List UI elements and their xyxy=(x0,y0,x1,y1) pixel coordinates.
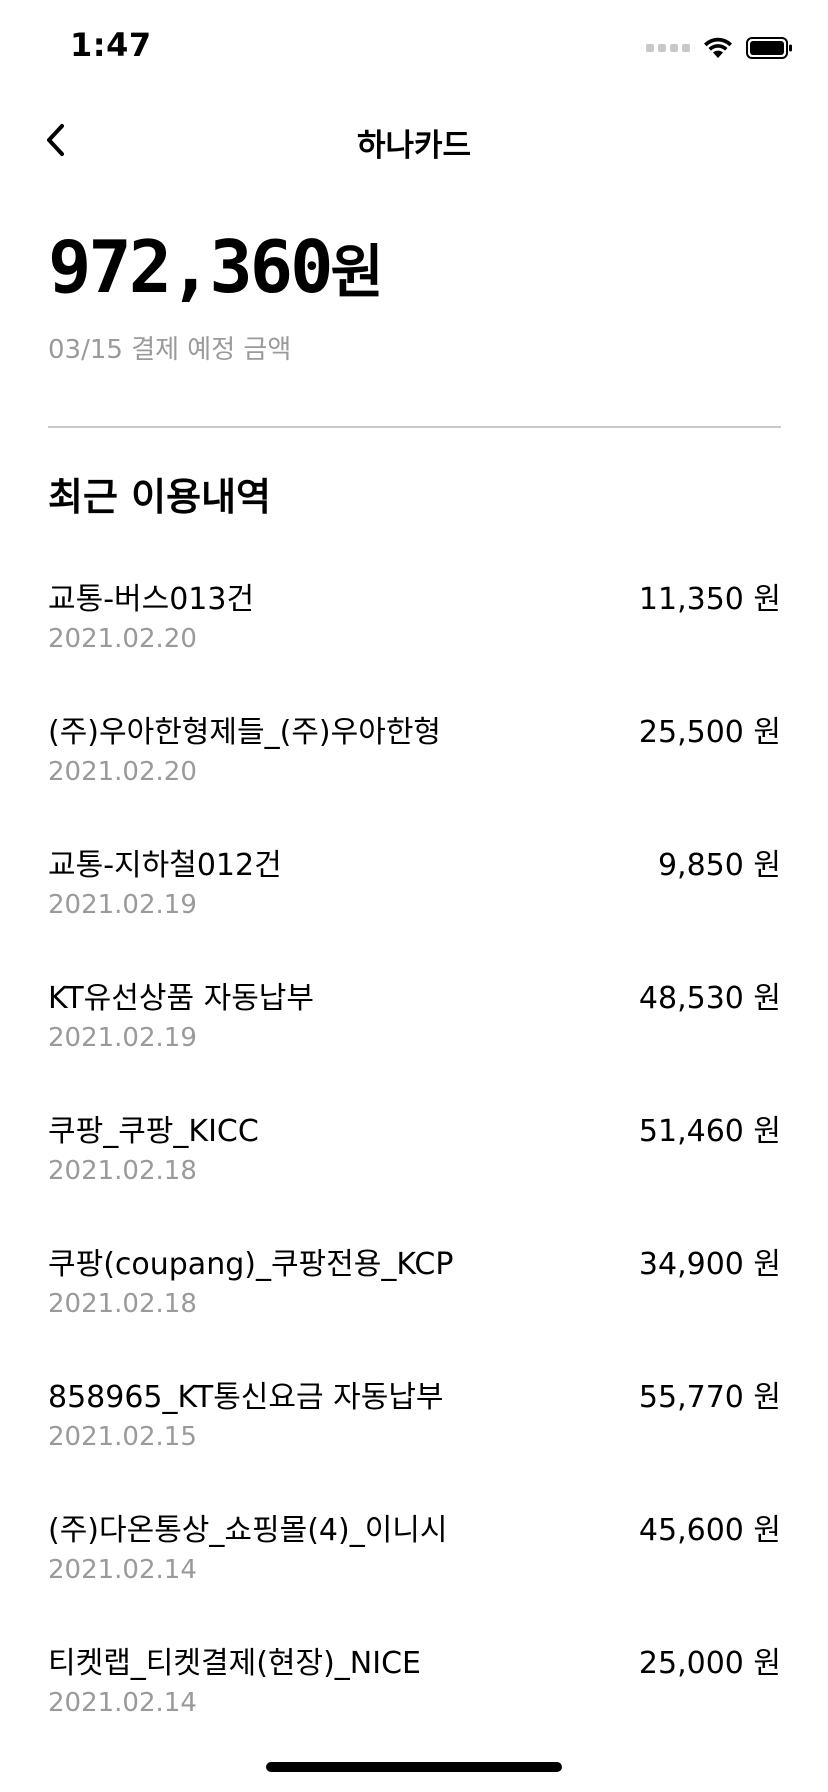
transaction-amount: 9,850 원 xyxy=(657,848,781,883)
section-title-recent: 최근 이용내역 xyxy=(48,475,271,519)
transaction-date: 2021.02.18 xyxy=(48,1289,197,1319)
transaction-row[interactable]: 티켓랩_티켓결제(현장)_NICE 2021.02.14 25,000 원 xyxy=(48,1634,781,1767)
transaction-row[interactable]: 858965_KT통신요금 자동납부 2021.02.15 55,770 원 xyxy=(48,1368,781,1501)
payment-amount-unit: 원 xyxy=(330,238,384,306)
transaction-row[interactable]: 쿠팡(coupang)_쿠팡전용_KCP 2021.02.18 34,900 원 xyxy=(48,1235,781,1368)
transaction-amount: 55,770 원 xyxy=(638,1380,781,1415)
transaction-date: 2021.02.15 xyxy=(48,1422,197,1452)
battery-icon xyxy=(746,37,792,59)
transaction-date: 2021.02.20 xyxy=(48,624,197,654)
transaction-merchant: 쿠팡(coupang)_쿠팡전용_KCP xyxy=(48,1247,454,1282)
home-indicator xyxy=(266,1762,562,1772)
transaction-row[interactable]: 쿠팡_쿠팡_KICC 2021.02.18 51,460 원 xyxy=(48,1102,781,1235)
transaction-row[interactable]: (주)다온통상_쇼핑몰(4)_이니시 2021.02.14 45,600 원 xyxy=(48,1501,781,1634)
divider xyxy=(48,426,781,428)
transaction-date: 2021.02.20 xyxy=(48,757,197,787)
transaction-merchant: 교통-지하철012건 xyxy=(48,848,282,883)
payment-summary: 972,360원 03/15 결제 예정 금액 xyxy=(48,222,384,366)
page-title: 하나카드 xyxy=(356,128,472,164)
transaction-date: 2021.02.19 xyxy=(48,890,197,920)
transaction-date: 2021.02.19 xyxy=(48,1023,197,1053)
transaction-date: 2021.02.14 xyxy=(48,1555,197,1585)
transaction-row[interactable]: 교통-버스013건 2021.02.20 11,350 원 xyxy=(48,570,781,703)
transaction-row[interactable]: (주)우아한형제들_(주)우아한형 2021.02.20 25,500 원 xyxy=(48,703,781,836)
wifi-icon xyxy=(704,37,732,58)
transaction-date: 2021.02.18 xyxy=(48,1156,197,1186)
status-icons xyxy=(646,36,794,60)
transaction-merchant: 교통-버스013건 xyxy=(48,582,255,617)
transaction-amount: 25,000 원 xyxy=(638,1646,781,1681)
payment-amount: 972,360 xyxy=(48,225,333,309)
transaction-amount: 25,500 원 xyxy=(638,715,781,750)
transaction-merchant: (주)우아한형제들_(주)우아한형 xyxy=(48,715,442,750)
transaction-merchant: 티켓랩_티켓결제(현장)_NICE xyxy=(48,1646,421,1681)
transaction-merchant: (주)다온통상_쇼핑몰(4)_이니시 xyxy=(48,1513,448,1548)
signal-icon xyxy=(646,44,690,52)
transaction-merchant: 쿠팡_쿠팡_KICC xyxy=(48,1114,259,1149)
status-bar: 1:47 xyxy=(0,0,828,100)
transaction-amount: 48,530 원 xyxy=(638,981,781,1016)
transaction-merchant: 858965_KT통신요금 자동납부 xyxy=(48,1380,444,1415)
transaction-amount: 11,350 원 xyxy=(638,582,781,617)
transaction-date: 2021.02.14 xyxy=(48,1688,197,1718)
nav-bar: 하나카드 xyxy=(0,100,828,180)
transaction-amount: 45,600 원 xyxy=(638,1513,781,1548)
status-time: 1:47 xyxy=(70,26,152,64)
transaction-amount: 51,460 원 xyxy=(638,1114,781,1149)
transaction-row[interactable]: 교통-지하철012건 2021.02.19 9,850 원 xyxy=(48,836,781,969)
transaction-list: 교통-버스013건 2021.02.20 11,350 원 (주)우아한형제들_… xyxy=(48,570,781,1767)
payment-caption: 03/15 결제 예정 금액 xyxy=(48,335,292,365)
transaction-amount: 34,900 원 xyxy=(638,1247,781,1282)
transaction-merchant: KT유선상품 자동납부 xyxy=(48,981,315,1016)
transaction-row[interactable]: KT유선상품 자동납부 2021.02.19 48,530 원 xyxy=(48,969,781,1102)
